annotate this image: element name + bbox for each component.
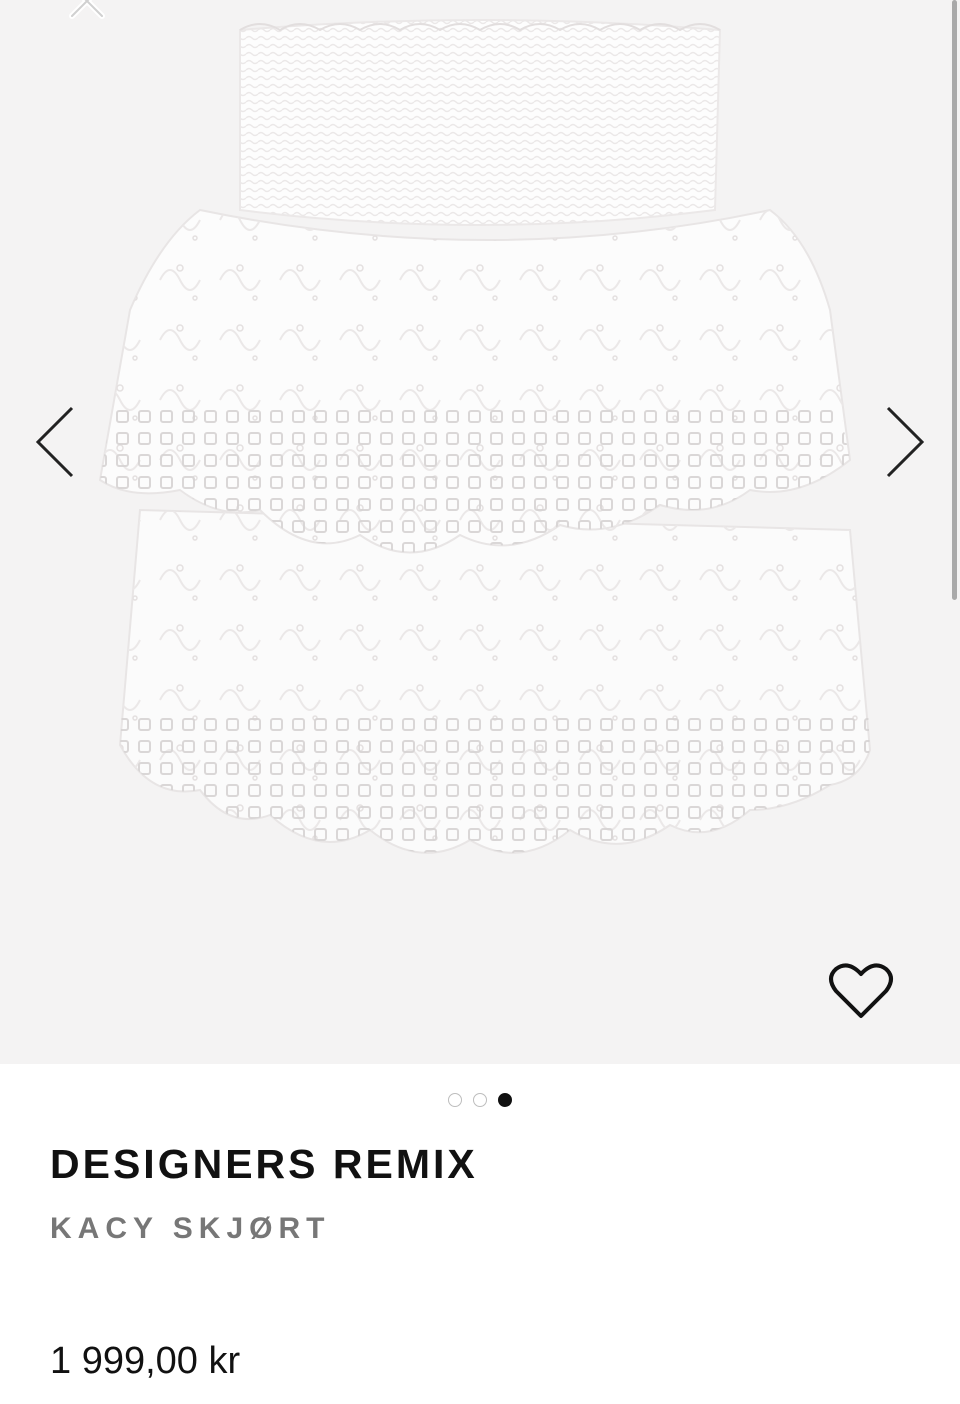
product-price: 1 999,00 kr [50, 1340, 241, 1382]
previous-image-button[interactable] [30, 402, 80, 482]
page-scrollbar[interactable] [948, 0, 960, 600]
chevron-left-icon [35, 406, 74, 478]
favorite-button[interactable] [828, 960, 894, 1022]
product-image [98, 19, 872, 854]
scrollbar-thumb[interactable] [952, 0, 957, 600]
product-image-gallery[interactable] [0, 0, 960, 1064]
gallery-pagination [0, 1093, 960, 1113]
gallery-dot-2[interactable] [473, 1093, 487, 1107]
brand-name: DESIGNERS REMIX [50, 1141, 478, 1187]
next-image-button[interactable] [880, 402, 930, 482]
gallery-dot-1[interactable] [448, 1093, 462, 1107]
heart-outline-icon [829, 963, 893, 1018]
product-name: KACY SKJØRT [50, 1212, 331, 1245]
gallery-dot-3-active[interactable] [498, 1093, 512, 1107]
chevron-right-icon [886, 406, 925, 478]
